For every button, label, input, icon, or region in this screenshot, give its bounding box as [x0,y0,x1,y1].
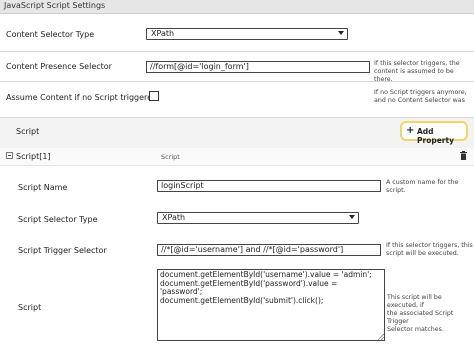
script-textarea[interactable]: document.getElementById('username').valu… [157,269,385,341]
plus-icon: + [406,125,415,136]
script-name-label: Script Name [18,183,68,192]
script-help: This script will be executed, if the ass… [387,294,454,333]
assume-content-label: Assume Content if no Script triggered [6,93,158,102]
content-selector-type-select[interactable]: XPath [146,28,348,40]
window-title: JavaScript Script Settings [4,1,106,10]
script-name-help: A custom name for the script. [386,179,459,194]
script-name-input[interactable]: loginScript [157,180,381,192]
window-titlebar: JavaScript Script Settings [0,0,474,14]
javascript-script-settings-panel: JavaScript Script Settings Content Selec… [0,0,474,345]
script-selector-type-select[interactable]: XPath [157,212,359,224]
assume-content-checkbox[interactable] [149,91,159,101]
chevron-down-icon [349,215,355,219]
script-item-header [0,148,474,166]
script-item-type: Script [161,153,180,161]
content-selector-type-value: XPath [151,29,175,38]
script-section-label: Script [16,127,40,136]
script-selector-type-value: XPath [162,213,186,222]
content-presence-selector-label: Content Presence Selector [6,62,112,71]
assume-content-help: If no Script triggers anymore, and no Co… [374,89,467,104]
chevron-down-icon [338,31,344,35]
divider [0,51,474,52]
divider [0,81,474,82]
add-property-button[interactable]: + Add Property [400,121,468,145]
collapse-minus-icon[interactable] [6,152,13,159]
trash-icon[interactable] [460,151,467,160]
script-selector-type-label: Script Selector Type [18,215,98,224]
script-item-title: Script[1] [16,152,51,161]
script-trigger-selector-input[interactable]: //*[@id='username'] and //*[@id='passwor… [157,244,381,256]
script-label: Script [18,303,42,312]
resize-grip-icon[interactable] [378,334,384,340]
script-trigger-selector-label: Script Trigger Selector [18,246,107,255]
content-presence-selector-input[interactable]: //form[@id='login_form'] [146,61,370,73]
content-selector-type-label: Content Selector Type [6,30,95,39]
add-property-label: Add Property [417,127,454,145]
script-trigger-selector-help: If this selector triggers, this script w… [386,242,473,257]
